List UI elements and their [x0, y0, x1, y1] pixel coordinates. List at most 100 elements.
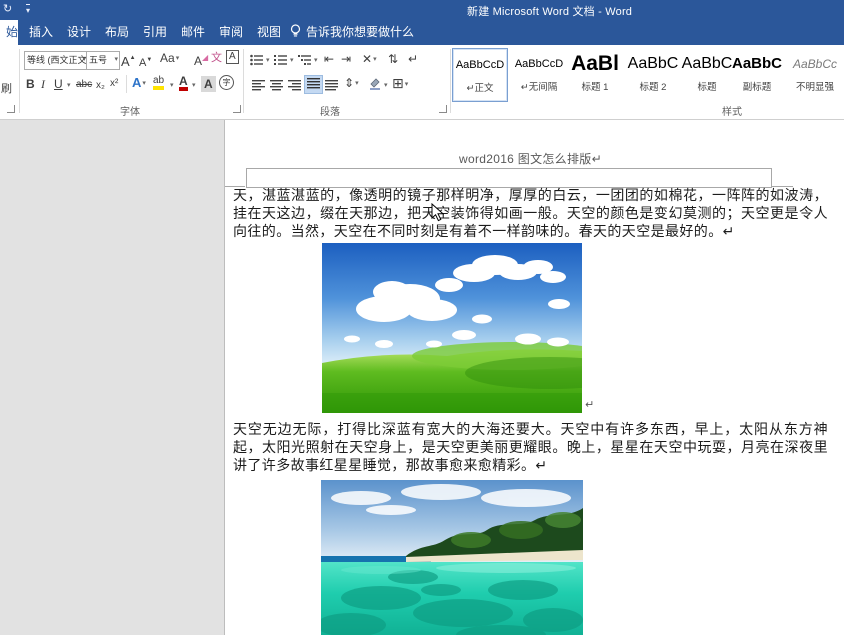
style-name: 标题 [697, 82, 717, 93]
paragraph-group-label: 段落 [320, 107, 340, 118]
justify-button[interactable] [304, 75, 323, 94]
font-name-combobox[interactable]: 等线 (西文正文 ▾ [24, 51, 88, 70]
line-spacing-button[interactable]: ⇕▾ [344, 75, 359, 92]
character-shading-button[interactable]: A [201, 76, 216, 92]
document-page[interactable]: word2016 图文怎么排版↵ 天，湛蓝湛蓝的，像透明的镜子那样明净，厚厚的白… [224, 120, 844, 635]
tab-design[interactable]: 设计 [58, 20, 100, 45]
text-frame-border[interactable] [246, 168, 772, 188]
grow-font-button[interactable]: A▲ [121, 50, 136, 70]
style-name: 不明显强 [795, 82, 834, 93]
asian-layout-button[interactable]: ✕▾ [362, 51, 377, 68]
bold-button[interactable]: B [26, 76, 35, 92]
style-name: 标题 1 [581, 82, 609, 93]
document-title[interactable]: word2016 图文怎么排版↵ [233, 150, 828, 167]
shading-dropdown[interactable]: ▾ [384, 81, 388, 89]
style-preview: AaBbCcD [455, 59, 505, 71]
tab-mailings[interactable]: 邮件 [172, 20, 214, 45]
style-name: ↵正文 [466, 83, 494, 94]
format-painter-button[interactable]: 刷 [1, 81, 12, 97]
numbered-list-button[interactable] [274, 53, 288, 71]
subscript-button[interactable]: x₂ [96, 78, 105, 94]
style-name: 副标题 [742, 82, 772, 93]
sort-button[interactable]: ⇅ [388, 51, 398, 67]
style-no-spacing[interactable]: AaBbCcD ↵无间隔 [512, 48, 566, 100]
mouse-cursor [431, 203, 444, 222]
multilevel-dropdown[interactable]: ▾ [314, 56, 318, 64]
redo-icon[interactable]: ↻ [3, 4, 12, 15]
ribbon-tab-bar: 始 插入 设计 布局 引用 邮件 审阅 视图 告诉我你想要做什么 [0, 20, 844, 45]
separator [126, 75, 127, 93]
align-left-button[interactable] [252, 78, 265, 96]
phonetic-guide-button[interactable]: 文 [211, 50, 222, 66]
font-color-dropdown[interactable]: ▾ [192, 81, 196, 89]
underline-dropdown[interactable]: ▾ [67, 81, 71, 89]
style-preview: AaBbC [627, 55, 679, 72]
tell-me-box[interactable]: 告诉我你想要做什么 [290, 20, 414, 45]
tropical-island-photo[interactable] [321, 480, 583, 635]
numbering-dropdown[interactable]: ▾ [290, 56, 294, 64]
distribute-button[interactable] [325, 78, 338, 96]
body-paragraph-2[interactable]: 天空无边无际，打得比深蓝有宽大的大海还要大。天空中有许多东西，早上，太阳从东方神… [233, 420, 828, 474]
style-title[interactable]: AaBbC 标题 [680, 48, 734, 100]
customize-quick-access-icon[interactable]: ▾ [26, 4, 31, 16]
strikethrough-button[interactable]: abc [76, 77, 92, 93]
style-normal[interactable]: AaBbCcD ↵正文 [452, 48, 508, 102]
document-canvas: word2016 图文怎么排版↵ 天，湛蓝湛蓝的，像透明的镜子那样明净，厚厚的白… [0, 120, 844, 635]
style-preview: AaBl [571, 52, 619, 75]
style-name: ↵无间隔 [520, 82, 558, 93]
text-highlight-button[interactable]: ab [153, 75, 165, 90]
underline-button[interactable]: U [54, 76, 63, 92]
multilevel-list-button[interactable] [298, 53, 312, 71]
paragraph-mark: ↵ [585, 399, 595, 411]
superscript-button[interactable]: x² [110, 76, 118, 92]
tab-view[interactable]: 视图 [248, 20, 290, 45]
borders-button[interactable]: ⊞▾ [392, 75, 408, 93]
group-separator [450, 49, 451, 113]
character-border-button[interactable]: A [226, 50, 239, 64]
italic-button[interactable]: I [41, 76, 45, 92]
shrink-font-button[interactable]: A▼ [139, 52, 152, 71]
ribbon: 刷 等线 (西文正文 ▾ 五号 ▾ A▲ A▼ Aa▾ A◢ 文 A B I U… [0, 45, 844, 120]
align-right-button[interactable] [288, 78, 301, 96]
font-size-combobox[interactable]: 五号 ▾ [86, 51, 120, 70]
font-color-button[interactable]: A [179, 75, 188, 91]
styles-group-label: 样式 [722, 107, 742, 118]
paragraph-dialog-launcher[interactable] [439, 105, 447, 113]
bullet-list-button[interactable] [250, 53, 264, 71]
text-effects-button[interactable]: A▾ [132, 75, 146, 92]
window-title: 新建 Microsoft Word 文档 - Word [467, 6, 633, 18]
shading-button[interactable] [368, 76, 382, 95]
font-name-value: 等线 (西文正文 [27, 55, 87, 65]
enclose-characters-button[interactable]: 字 [219, 75, 234, 90]
tab-insert[interactable]: 插入 [20, 20, 62, 45]
group-separator [243, 49, 244, 113]
tab-review[interactable]: 审阅 [210, 20, 252, 45]
tab-layout[interactable]: 布局 [96, 20, 138, 45]
font-dialog-launcher[interactable] [233, 105, 241, 113]
style-name: 标题 2 [639, 82, 667, 93]
body-paragraph-1[interactable]: 天，湛蓝湛蓝的，像透明的镜子那样明净，厚厚的白云，一团团的如棉花，一阵阵的如波涛… [233, 186, 828, 240]
title-bar: ↻ ▾ 新建 Microsoft Word 文档 - Word [0, 0, 844, 20]
style-preview: AaBbC [681, 55, 733, 72]
group-separator [19, 49, 20, 113]
style-preview: AaBbCcD [514, 58, 564, 70]
style-subtitle[interactable]: AaBbC 副标题 [730, 48, 784, 100]
tab-references[interactable]: 引用 [134, 20, 176, 45]
style-subtle-emphasis[interactable]: AaBbCc 不明显强 [786, 48, 844, 100]
tab-home-partial[interactable]: 始 [0, 20, 18, 45]
change-case-button[interactable]: Aa▾ [160, 50, 179, 67]
tell-me-label: 告诉我你想要做什么 [306, 25, 415, 39]
style-heading2[interactable]: AaBbC 标题 2 [626, 48, 680, 100]
highlight-dropdown[interactable]: ▾ [170, 81, 174, 89]
bullet-dropdown[interactable]: ▾ [266, 56, 270, 64]
style-heading1[interactable]: AaBl 标题 1 [568, 48, 622, 100]
show-formatting-marks-button[interactable]: ↵ [408, 51, 418, 67]
align-center-button[interactable] [270, 78, 283, 96]
font-group-label: 字体 [120, 107, 140, 118]
clipboard-dialog-launcher[interactable] [7, 105, 15, 113]
style-preview: AaBbCc [792, 57, 838, 71]
clear-formatting-button[interactable]: A◢ [194, 50, 208, 69]
sky-grass-photo[interactable] [322, 243, 582, 413]
decrease-indent-button[interactable]: ⇤ [324, 51, 334, 67]
increase-indent-button[interactable]: ⇥ [341, 51, 351, 67]
